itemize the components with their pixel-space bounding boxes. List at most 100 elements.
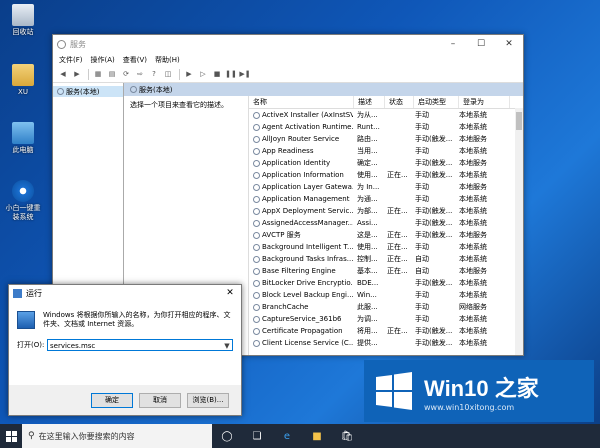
table-row[interactable]: Base Filtering Engine 基本... 正在... 自动 本地服务 [249,265,523,277]
menu-view[interactable]: 查看(V) [119,55,151,65]
table-row[interactable]: Application Layer Gatewa... 为 In... 手动 本地服务 [249,181,523,193]
table-row[interactable]: Application Information 使用... 正在... 手动(触发..… [249,169,523,181]
minimize-button[interactable]: – [439,35,467,53]
desktop-icon-reinstall[interactable]: 小白一键重装系统 [4,180,42,222]
browse-button[interactable]: 浏览(B)... [187,392,229,408]
list-icon[interactable]: ▤ [106,69,118,80]
maximize-button[interactable]: ☐ [467,35,495,53]
table-row[interactable]: Background Intelligent T... 使用... 正在... 手动 本… [249,241,523,253]
service-name: App Readiness [249,147,353,155]
file-explorer-icon[interactable]: ■ [302,424,332,448]
service-logon-as: 本地系统 [459,327,487,335]
run-command-value[interactable]: services.msc [50,340,222,350]
column-header-description[interactable]: 描述 [354,96,385,108]
vertical-scrollbar[interactable] [515,108,523,355]
service-startup-type: 手动(触发... [415,135,453,143]
scrollbar-thumb[interactable] [516,112,522,130]
forward-icon[interactable]: ▶ [71,69,83,80]
chevron-down-icon[interactable]: ▼ [222,340,232,350]
service-startup-type: 手动 [415,195,429,203]
service-description: BDE... [357,279,379,287]
service-gear-icon [253,279,260,287]
cancel-button[interactable]: 取消 [139,392,181,408]
service-logon-as: 本地服务 [459,135,487,143]
stop-service-icon[interactable]: ■ [211,69,223,80]
start-alt-icon[interactable]: ▷ [197,69,209,80]
service-gear-icon [253,255,260,263]
run-titlebar[interactable]: 运行 ✕ [9,285,241,301]
service-startup-type: 手动 [415,303,429,311]
service-name: ActiveX Installer (AxInstSV) [249,111,353,119]
service-name: Application Layer Gatewa... [249,183,353,191]
service-logon-as: 网络服务 [459,303,487,311]
start-service-icon[interactable]: ▶ [183,69,195,80]
service-logon-as: 本地系统 [459,243,487,251]
task-view-icon[interactable]: ❏ [242,424,272,448]
service-description: 此服... [357,303,378,311]
desktop-icon-this-pc[interactable]: 此电脑 [4,122,42,155]
table-row[interactable]: Certificate Propagation 将用... 正在... 手动(触发..… [249,325,523,337]
column-header-startup-type[interactable]: 启动类型 [414,96,459,108]
table-row[interactable]: App Readiness 当用... 手动 本地系统 [249,145,523,157]
edge-browser-icon[interactable]: e [272,424,302,448]
menu-file[interactable]: 文件(F) [55,55,87,65]
service-description: 为从... [357,111,378,119]
service-startup-type: 手动 [415,123,429,131]
table-row[interactable]: Block Level Backup Engi... Win... 手动 本地系统 [249,289,523,301]
services-titlebar[interactable]: 服务 – ☐ ✕ [53,35,523,53]
table-row[interactable]: Application Identity 确定... 手动(触发... 本地服务 [249,157,523,169]
table-row[interactable]: AllJoyn Router Service 路由... 手动(触发... 本地服务 [249,133,523,145]
cortana-icon[interactable]: ◯ [212,424,242,448]
service-logon-as: 本地系统 [459,279,487,287]
close-button[interactable]: ✕ [495,35,523,53]
description-hint: 选择一个项目来查看它的描述。 [130,101,228,109]
table-row[interactable]: AssignedAccessManager... Assi... 手动(触发... 本… [249,217,523,229]
pause-service-icon[interactable]: ❚❚ [225,69,237,80]
service-name: BranchCache [249,303,353,311]
service-name-text: App Readiness [262,147,314,155]
service-description: 当用... [357,147,378,155]
menu-help[interactable]: 帮助(H) [151,55,184,65]
tree-item-services-local[interactable]: 服务(本地) [53,86,123,97]
service-logon-as: 本地系统 [459,291,487,299]
column-header-logon-as[interactable]: 登录为 [459,96,510,108]
menu-action[interactable]: 操作(A) [87,55,119,65]
ok-button[interactable]: 确定 [91,392,133,408]
service-startup-type: 手动 [415,243,429,251]
console-tree-icon[interactable]: ▦ [92,69,104,80]
table-row[interactable]: Agent Activation Runtime... Runt... 手动 本地系统 [249,121,523,133]
main-pane-header: 服务(本地) [124,83,523,96]
desktop-icon-recycle-bin[interactable]: 回收站 [4,4,42,37]
service-status: 正在... [387,327,408,335]
run-close-button[interactable]: ✕ [219,288,241,298]
toolbar-separator [88,68,89,80]
start-button[interactable] [0,424,22,448]
store-icon[interactable]: 🛍 [332,424,362,448]
table-row[interactable]: AppX Deployment Servic... 为部... 正在... 手动(触发… [249,205,523,217]
back-icon[interactable]: ◀ [57,69,69,80]
service-logon-as: 本地系统 [459,207,487,215]
service-gear-icon [253,135,260,143]
table-row[interactable]: Client License Service (C... 提供... 手动(触发..… [249,337,523,349]
column-header-status[interactable]: 状态 [385,96,414,108]
service-status: 正在... [387,171,408,179]
run-command-input[interactable]: services.msc ▼ [47,339,233,351]
refresh-icon[interactable]: ⟳ [120,69,132,80]
service-description: 为通... [357,195,378,203]
desktop-icon-user[interactable]: XU [4,64,42,97]
export-icon[interactable]: ⇨ [134,69,146,80]
table-row[interactable]: Application Management 为通... 手动 本地系统 [249,193,523,205]
taskbar-search-box[interactable]: ⚲ 在这里输入你要搜索的内容 [22,424,212,448]
help-icon[interactable]: ? [148,69,160,80]
table-row[interactable]: CaptureService_361b6 为调... 手动 本地系统 [249,313,523,325]
service-name: BitLocker Drive Encryptio... [249,279,353,287]
table-row[interactable]: Background Tasks Infras... 控制... 正在... 自动 本地… [249,253,523,265]
column-header-name[interactable]: 名称 [249,96,354,108]
table-row[interactable]: ActiveX Installer (AxInstSV) 为从... 手动 本地系统 [249,109,523,121]
table-row[interactable]: AVCTP 服务 这是... 正在... 手动(触发... 本地服务 [249,229,523,241]
properties-icon[interactable]: ◫ [162,69,174,80]
restart-service-icon[interactable]: ▶❚ [239,69,251,80]
table-row[interactable]: BranchCache 此服... 手动 网络服务 [249,301,523,313]
table-row[interactable]: BitLocker Drive Encryptio... BDE... 手动(触发.… [249,277,523,289]
run-dialog-title: 运行 [26,288,42,298]
